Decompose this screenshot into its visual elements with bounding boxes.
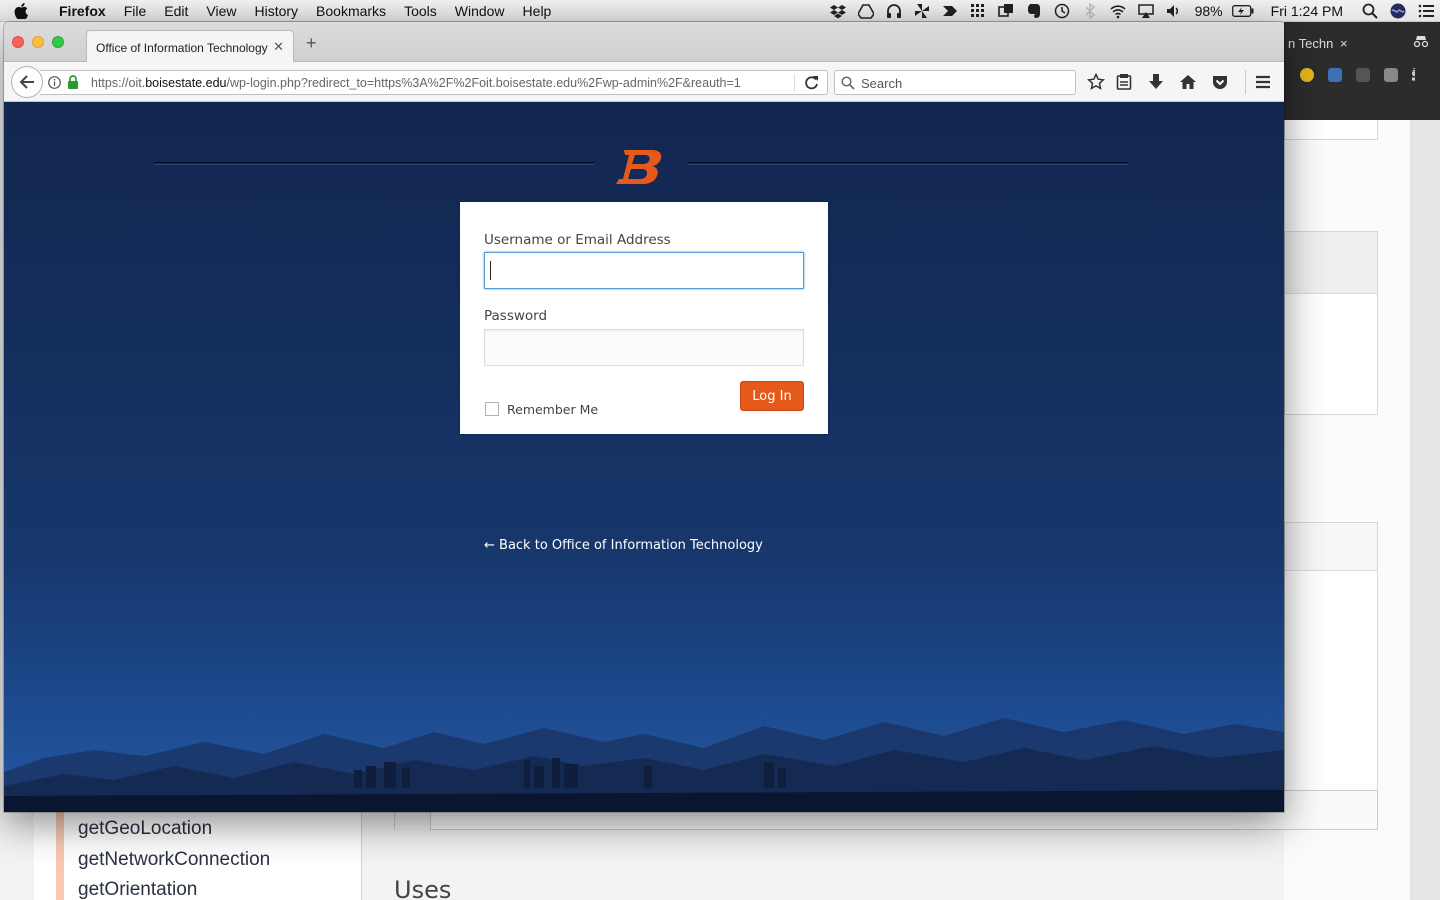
background-tab-close-icon[interactable]: × (1340, 36, 1348, 51)
dropbox-icon[interactable] (824, 0, 852, 22)
search-icon (841, 76, 855, 90)
url-domain: boisestate.edu (145, 76, 227, 90)
remember-me-checkbox[interactable] (485, 402, 499, 416)
menu-help[interactable]: Help (514, 3, 561, 19)
background-card (1284, 231, 1378, 415)
boise-state-b-logo[interactable] (614, 148, 664, 186)
pocket-icon[interactable] (1211, 73, 1229, 91)
boise-skyline-image (4, 718, 1284, 812)
tab-strip: Office of Information Technology ✕ + (4, 22, 1284, 63)
more-menu-icon[interactable] (1412, 68, 1416, 82)
text-caret (490, 261, 491, 280)
back-arrow-icon (19, 75, 34, 89)
back-to-site-link[interactable]: ← Back to Office of Information Technolo… (484, 538, 763, 553)
login-page: Username or Email Address Password Remem… (4, 102, 1284, 812)
background-tab-title[interactable]: n Techn (1288, 36, 1333, 51)
background-browser-chrome: n Techn × (1284, 22, 1440, 120)
grid-icon[interactable] (964, 0, 992, 22)
password-label: Password (484, 308, 548, 324)
secure-lock-icon[interactable] (67, 75, 79, 90)
sidebar-link[interactable]: getGeoLocation (78, 818, 212, 840)
window-close-button[interactable] (12, 36, 24, 48)
bluetooth-icon[interactable] (1076, 0, 1104, 22)
search-bar[interactable]: Search (834, 70, 1076, 95)
time-machine-icon[interactable] (1048, 0, 1076, 22)
clock[interactable]: Fri 1:24 PM (1264, 3, 1350, 19)
bookmark-star-icon[interactable] (1087, 73, 1105, 91)
section-heading: Uses (394, 876, 452, 900)
google-drive-icon[interactable] (852, 0, 880, 22)
arrows-icon[interactable] (936, 0, 964, 22)
active-tab[interactable]: Office of Information Technology ✕ (86, 30, 294, 63)
firefox-window: Office of Information Technology ✕ + htt… (4, 22, 1284, 812)
downloads-icon[interactable] (1147, 73, 1165, 91)
reload-icon[interactable] (804, 75, 819, 90)
url-path: /wp-login.php?redirect_to=https%3A%2F%2F… (226, 76, 741, 90)
menu-bookmarks[interactable]: Bookmarks (307, 3, 395, 19)
header-rule-left (154, 162, 594, 165)
tab-title: Office of Information Technology (96, 41, 268, 55)
menu-app-name[interactable]: Firefox (50, 3, 115, 19)
username-field[interactable] (484, 252, 804, 289)
background-scrollbar[interactable] (1410, 120, 1440, 900)
hamburger-menu-icon[interactable] (1254, 73, 1272, 91)
volume-icon[interactable] (1160, 0, 1188, 22)
password-field[interactable] (484, 329, 804, 366)
remember-me-label[interactable]: Remember Me (507, 402, 598, 417)
log-in-button[interactable]: Log In (740, 381, 804, 411)
pinwheel-icon[interactable] (908, 0, 936, 22)
background-sidebar-accent (56, 812, 64, 900)
wifi-icon[interactable] (1104, 0, 1132, 22)
extension-bulb-icon[interactable] (1300, 68, 1314, 82)
battery-percent[interactable]: 98% (1188, 3, 1230, 19)
extension-cast-icon[interactable] (1328, 68, 1342, 82)
headphones-icon[interactable] (880, 0, 908, 22)
sidebar-link[interactable]: getNetworkConnection (78, 849, 270, 871)
window-minimize-button[interactable] (32, 36, 44, 48)
sidebar-link[interactable]: getOrientation (78, 879, 197, 900)
url-text[interactable]: https://oit.boisestate.edu/wp-login.php?… (91, 76, 741, 90)
menu-window[interactable]: Window (446, 3, 514, 19)
incognito-icon (1413, 36, 1429, 48)
siri-icon[interactable] (1384, 0, 1412, 22)
background-card (1284, 118, 1378, 140)
copy-windows-icon[interactable] (992, 0, 1020, 22)
home-icon[interactable] (1179, 73, 1197, 91)
extension-w-icon[interactable] (1384, 68, 1398, 82)
url-prefix: https://oit. (91, 76, 146, 90)
battery-charging-icon[interactable] (1230, 0, 1256, 22)
menu-view[interactable]: View (197, 3, 245, 19)
site-info-icon[interactable] (48, 76, 61, 89)
menu-tools[interactable]: Tools (395, 3, 446, 19)
back-button[interactable] (11, 66, 43, 98)
new-tab-button[interactable]: + (306, 34, 317, 52)
extension-flag-icon[interactable] (1356, 68, 1370, 82)
username-label: Username or Email Address (484, 232, 671, 248)
header-rule-right (688, 162, 1128, 165)
menu-history[interactable]: History (245, 3, 307, 19)
spotlight-search-icon[interactable] (1356, 0, 1384, 22)
macos-menubar: Firefox File Edit View History Bookmarks… (0, 0, 1440, 22)
tab-close-icon[interactable]: ✕ (273, 39, 284, 55)
search-placeholder: Search (861, 76, 903, 91)
bookmarks-menu-icon[interactable] (1115, 73, 1133, 91)
airplay-icon[interactable] (1132, 0, 1160, 22)
menu-file[interactable]: File (115, 3, 156, 19)
window-maximize-button[interactable] (52, 36, 64, 48)
background-card (1284, 522, 1378, 830)
apple-menu-icon[interactable] (14, 2, 40, 19)
notification-center-icon[interactable] (1412, 0, 1440, 22)
menu-edit[interactable]: Edit (155, 3, 197, 19)
navigation-toolbar: https://oit.boisestate.edu/wp-login.php?… (4, 62, 1284, 102)
evernote-icon[interactable] (1020, 0, 1048, 22)
url-bar[interactable]: https://oit.boisestate.edu/wp-login.php?… (40, 70, 828, 95)
login-form: Username or Email Address Password Remem… (460, 202, 828, 434)
